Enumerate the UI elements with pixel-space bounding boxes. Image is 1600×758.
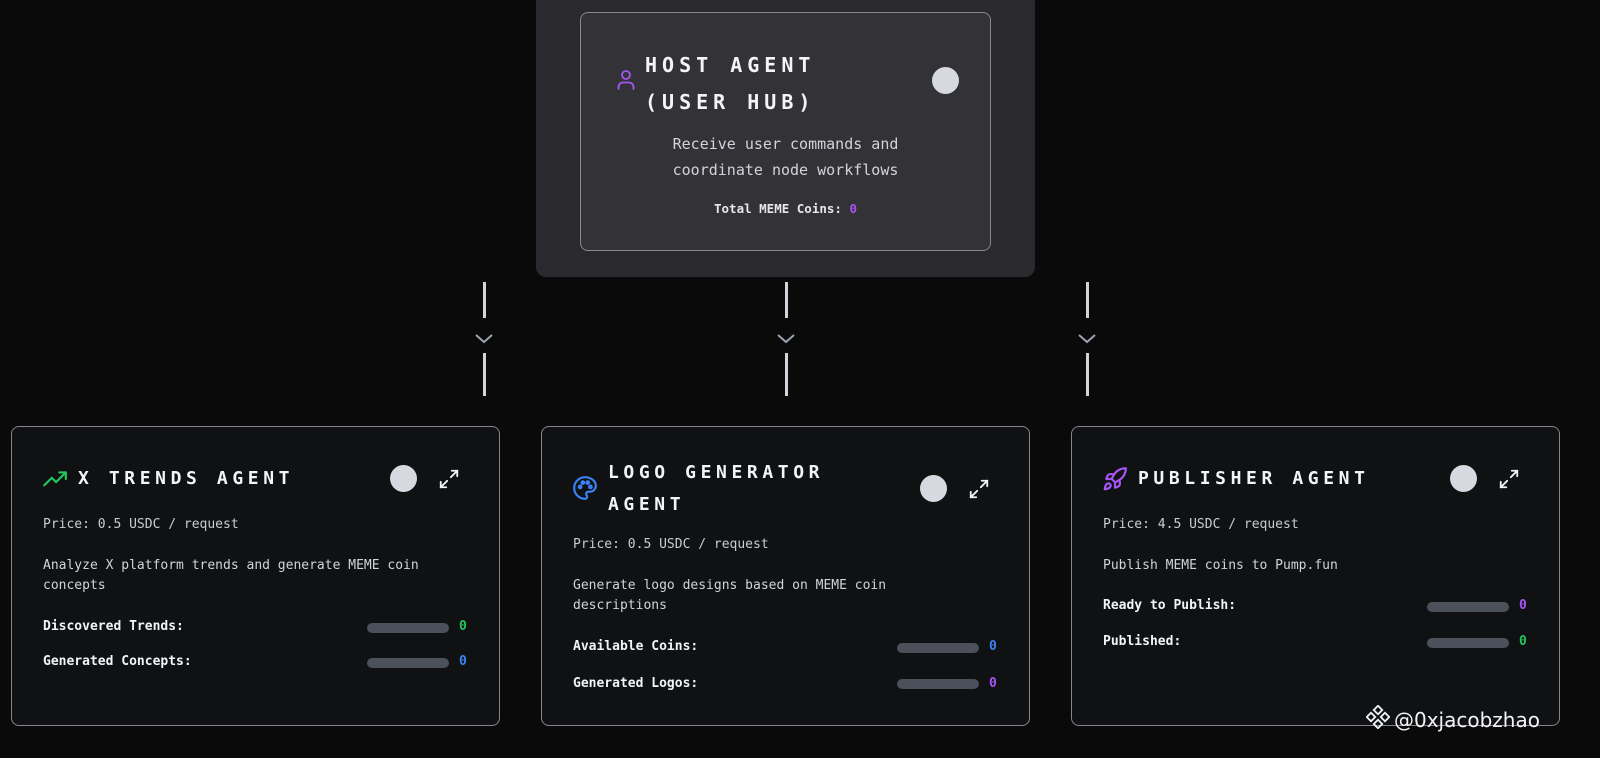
agent-price: Price: 0.5 USDC / request — [43, 517, 239, 532]
metric-value: 0 — [1519, 598, 1527, 613]
agent-title: PUBLISHER AGENT — [1138, 468, 1370, 489]
connector-logo-generator — [776, 282, 796, 396]
metric-label: Generated Logos: — [573, 676, 699, 691]
agent-description: Analyze X platform trends and generate M… — [43, 558, 419, 593]
rocket-icon — [1102, 466, 1128, 492]
chevron-down-icon — [777, 334, 795, 344]
progress-bar — [1427, 638, 1509, 648]
agent-status-indicator — [920, 475, 947, 502]
host-agent-card[interactable]: HOST AGENT (USER HUB) Receive user comma… — [580, 12, 991, 251]
progress-bar — [897, 643, 979, 653]
expand-icon[interactable] — [438, 468, 460, 490]
agent-title: X TRENDS AGENT — [78, 468, 295, 489]
trending-up-icon — [42, 467, 68, 493]
progress-bar — [367, 658, 449, 668]
watermark-handle: @0xjacobzhao — [1394, 707, 1540, 732]
agent-title: LOGO GENERATOR AGENT — [608, 462, 825, 515]
chevron-down-icon — [475, 334, 493, 344]
connector-x-trends — [474, 282, 494, 396]
host-agent-description: Receive user commands and coordinate nod… — [672, 135, 899, 179]
host-total-coins: Total MEME Coins: 0 — [581, 201, 990, 216]
chevron-down-icon — [1078, 334, 1096, 344]
host-agent-title: HOST AGENT (USER HUB) — [645, 53, 816, 114]
agent-price: Price: 0.5 USDC / request — [573, 537, 769, 552]
metric-value: 0 — [459, 619, 467, 634]
metric-value: 0 — [459, 654, 467, 669]
metric-label: Ready to Publish: — [1103, 598, 1237, 613]
logo-generator-agent-card[interactable]: LOGO GENERATOR AGENT Price: 0.5 USDC / r… — [541, 426, 1030, 726]
expand-icon[interactable] — [968, 478, 990, 500]
agent-status-indicator — [1450, 465, 1477, 492]
metric-value: 0 — [989, 676, 997, 691]
binance-logo-icon — [1365, 704, 1391, 734]
metric-label: Available Coins: — [573, 639, 699, 654]
total-coins-value: 0 — [849, 201, 857, 216]
total-coins-label: Total MEME Coins: — [714, 201, 842, 216]
expand-icon[interactable] — [1498, 468, 1520, 490]
publisher-agent-card[interactable]: PUBLISHER AGENT Price: 4.5 USDC / reques… — [1071, 426, 1560, 726]
host-status-indicator — [932, 67, 959, 94]
metric-value: 0 — [989, 639, 997, 654]
progress-bar — [897, 679, 979, 689]
agent-status-indicator — [390, 465, 417, 492]
metric-label: Published: — [1103, 634, 1182, 649]
agent-description: Publish MEME coins to Pump.fun — [1103, 558, 1338, 573]
metric-value: 0 — [1519, 634, 1527, 649]
x-trends-agent-card[interactable]: X TRENDS AGENT Price: 0.5 USDC / request… — [11, 426, 500, 726]
metric-label: Discovered Trends: — [43, 619, 184, 634]
user-icon — [616, 69, 636, 91]
agent-description: Generate logo designs based on MEME coin… — [573, 578, 887, 613]
palette-icon — [572, 475, 598, 501]
connector-publisher — [1077, 282, 1097, 396]
progress-bar — [367, 623, 449, 633]
metric-label: Generated Concepts: — [43, 654, 192, 669]
watermark: @0xjacobzhao — [1365, 704, 1540, 734]
agent-price: Price: 4.5 USDC / request — [1103, 517, 1299, 532]
progress-bar — [1427, 602, 1509, 612]
